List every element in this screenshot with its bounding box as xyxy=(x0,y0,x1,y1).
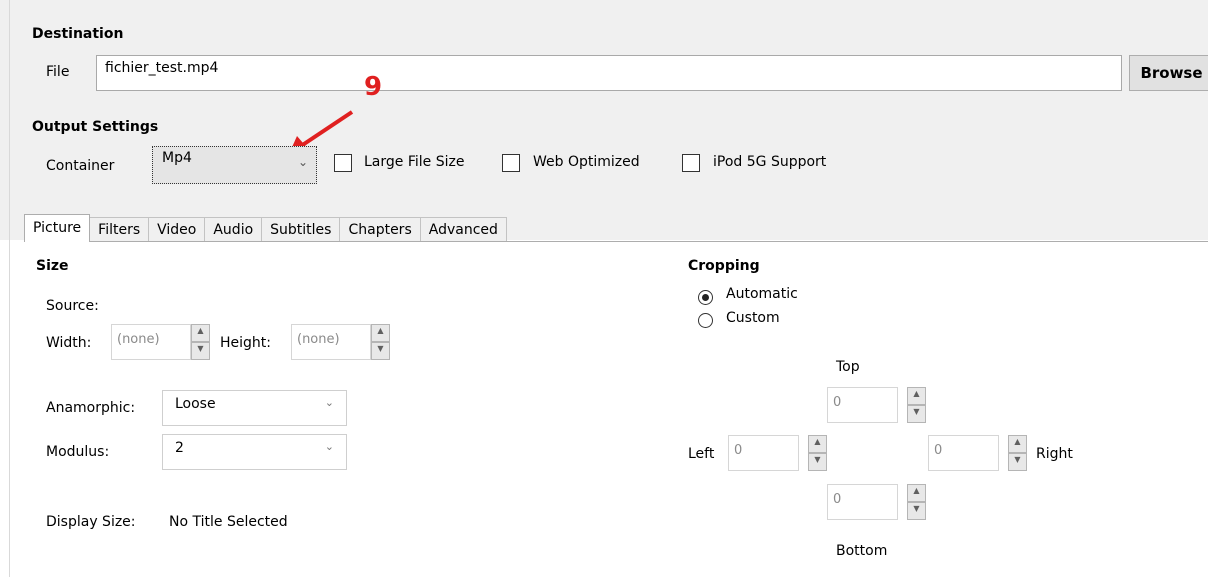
top-label: Top xyxy=(836,359,860,375)
large-file-size-checkbox[interactable] xyxy=(334,154,352,172)
modulus-label: Modulus: xyxy=(46,444,110,460)
left-border xyxy=(9,0,10,577)
down-arrow-icon[interactable]: ▼ xyxy=(907,405,926,423)
down-arrow-icon[interactable]: ▼ xyxy=(371,342,390,360)
height-label: Height: xyxy=(220,335,271,351)
left-label: Left xyxy=(688,446,715,462)
chevron-down-icon: ⌄ xyxy=(324,440,334,453)
output-settings-heading: Output Settings xyxy=(32,119,159,135)
chevron-down-icon: ⌄ xyxy=(297,155,308,169)
anamorphic-select-value: Loose xyxy=(175,396,216,412)
tab-strip: Picture Filters Video Audio Subtitles Ch… xyxy=(24,214,507,242)
web-optimized-label: Web Optimized xyxy=(533,154,640,170)
destination-heading: Destination xyxy=(32,26,124,42)
tab-video[interactable]: Video xyxy=(148,217,206,242)
anamorphic-select[interactable]: Loose ⌄ xyxy=(162,390,347,426)
custom-label: Custom xyxy=(726,310,780,326)
crop-top-stepper[interactable]: 0 ▲ ▼ xyxy=(827,387,926,423)
tab-subtitles[interactable]: Subtitles xyxy=(261,217,341,242)
annotation-number: 9 xyxy=(364,72,383,102)
up-arrow-icon[interactable]: ▲ xyxy=(907,387,926,405)
down-arrow-icon[interactable]: ▼ xyxy=(191,342,210,360)
container-label: Container xyxy=(46,158,115,174)
tab-audio[interactable]: Audio xyxy=(204,217,263,242)
up-arrow-icon[interactable]: ▲ xyxy=(808,435,827,453)
ipod-5g-support-label: iPod 5G Support xyxy=(713,154,827,170)
tab-picture[interactable]: Picture xyxy=(24,214,91,242)
file-input[interactable]: fichier_test.mp4 xyxy=(96,55,1122,91)
display-size-value: No Title Selected xyxy=(169,514,288,530)
size-heading: Size xyxy=(36,258,69,274)
modulus-select-value: 2 xyxy=(175,440,184,456)
tab-filters[interactable]: Filters xyxy=(89,217,150,242)
display-size-label: Display Size: xyxy=(46,514,136,530)
tab-chapters[interactable]: Chapters xyxy=(339,217,421,242)
width-stepper[interactable]: (none) ▲ ▼ xyxy=(111,324,210,360)
modulus-select[interactable]: 2 ⌄ xyxy=(162,434,347,470)
crop-right-stepper[interactable]: 0 ▲ ▼ xyxy=(928,435,1027,471)
container-select-value: Mp4 xyxy=(162,150,192,166)
width-field[interactable]: (none) xyxy=(111,324,191,360)
down-arrow-icon[interactable]: ▼ xyxy=(1008,453,1027,471)
ipod-5g-support-checkbox[interactable] xyxy=(682,154,700,172)
tab-divider xyxy=(24,241,1208,242)
container-select[interactable]: Mp4 ⌄ xyxy=(152,146,317,184)
height-stepper[interactable]: (none) ▲ ▼ xyxy=(291,324,390,360)
up-arrow-icon[interactable]: ▲ xyxy=(191,324,210,342)
anamorphic-label: Anamorphic: xyxy=(46,400,136,416)
crop-top-field[interactable]: 0 xyxy=(827,387,898,423)
file-label: File xyxy=(46,64,70,80)
tab-advanced[interactable]: Advanced xyxy=(419,217,507,242)
crop-left-field[interactable]: 0 xyxy=(728,435,799,471)
cropping-heading: Cropping xyxy=(688,258,760,274)
source-label: Source: xyxy=(46,298,99,314)
crop-bottom-field[interactable]: 0 xyxy=(827,484,898,520)
web-optimized-checkbox[interactable] xyxy=(502,154,520,172)
file-input-value: fichier_test.mp4 xyxy=(105,60,219,76)
large-file-size-label: Large File Size xyxy=(364,154,465,170)
up-arrow-icon[interactable]: ▲ xyxy=(371,324,390,342)
automatic-radio[interactable] xyxy=(698,290,713,305)
custom-radio[interactable] xyxy=(698,313,713,328)
up-arrow-icon[interactable]: ▲ xyxy=(1008,435,1027,453)
down-arrow-icon[interactable]: ▼ xyxy=(907,502,926,520)
crop-left-stepper[interactable]: 0 ▲ ▼ xyxy=(728,435,827,471)
up-arrow-icon[interactable]: ▲ xyxy=(907,484,926,502)
height-field[interactable]: (none) xyxy=(291,324,371,360)
top-panel xyxy=(0,0,1208,240)
width-label: Width: xyxy=(46,335,92,351)
crop-right-field[interactable]: 0 xyxy=(928,435,999,471)
down-arrow-icon[interactable]: ▼ xyxy=(808,453,827,471)
browse-button[interactable]: Browse xyxy=(1129,55,1208,91)
right-label: Right xyxy=(1036,446,1073,462)
bottom-label: Bottom xyxy=(836,543,888,559)
chevron-down-icon: ⌄ xyxy=(324,396,334,409)
automatic-label: Automatic xyxy=(726,286,798,302)
crop-bottom-stepper[interactable]: 0 ▲ ▼ xyxy=(827,484,926,520)
